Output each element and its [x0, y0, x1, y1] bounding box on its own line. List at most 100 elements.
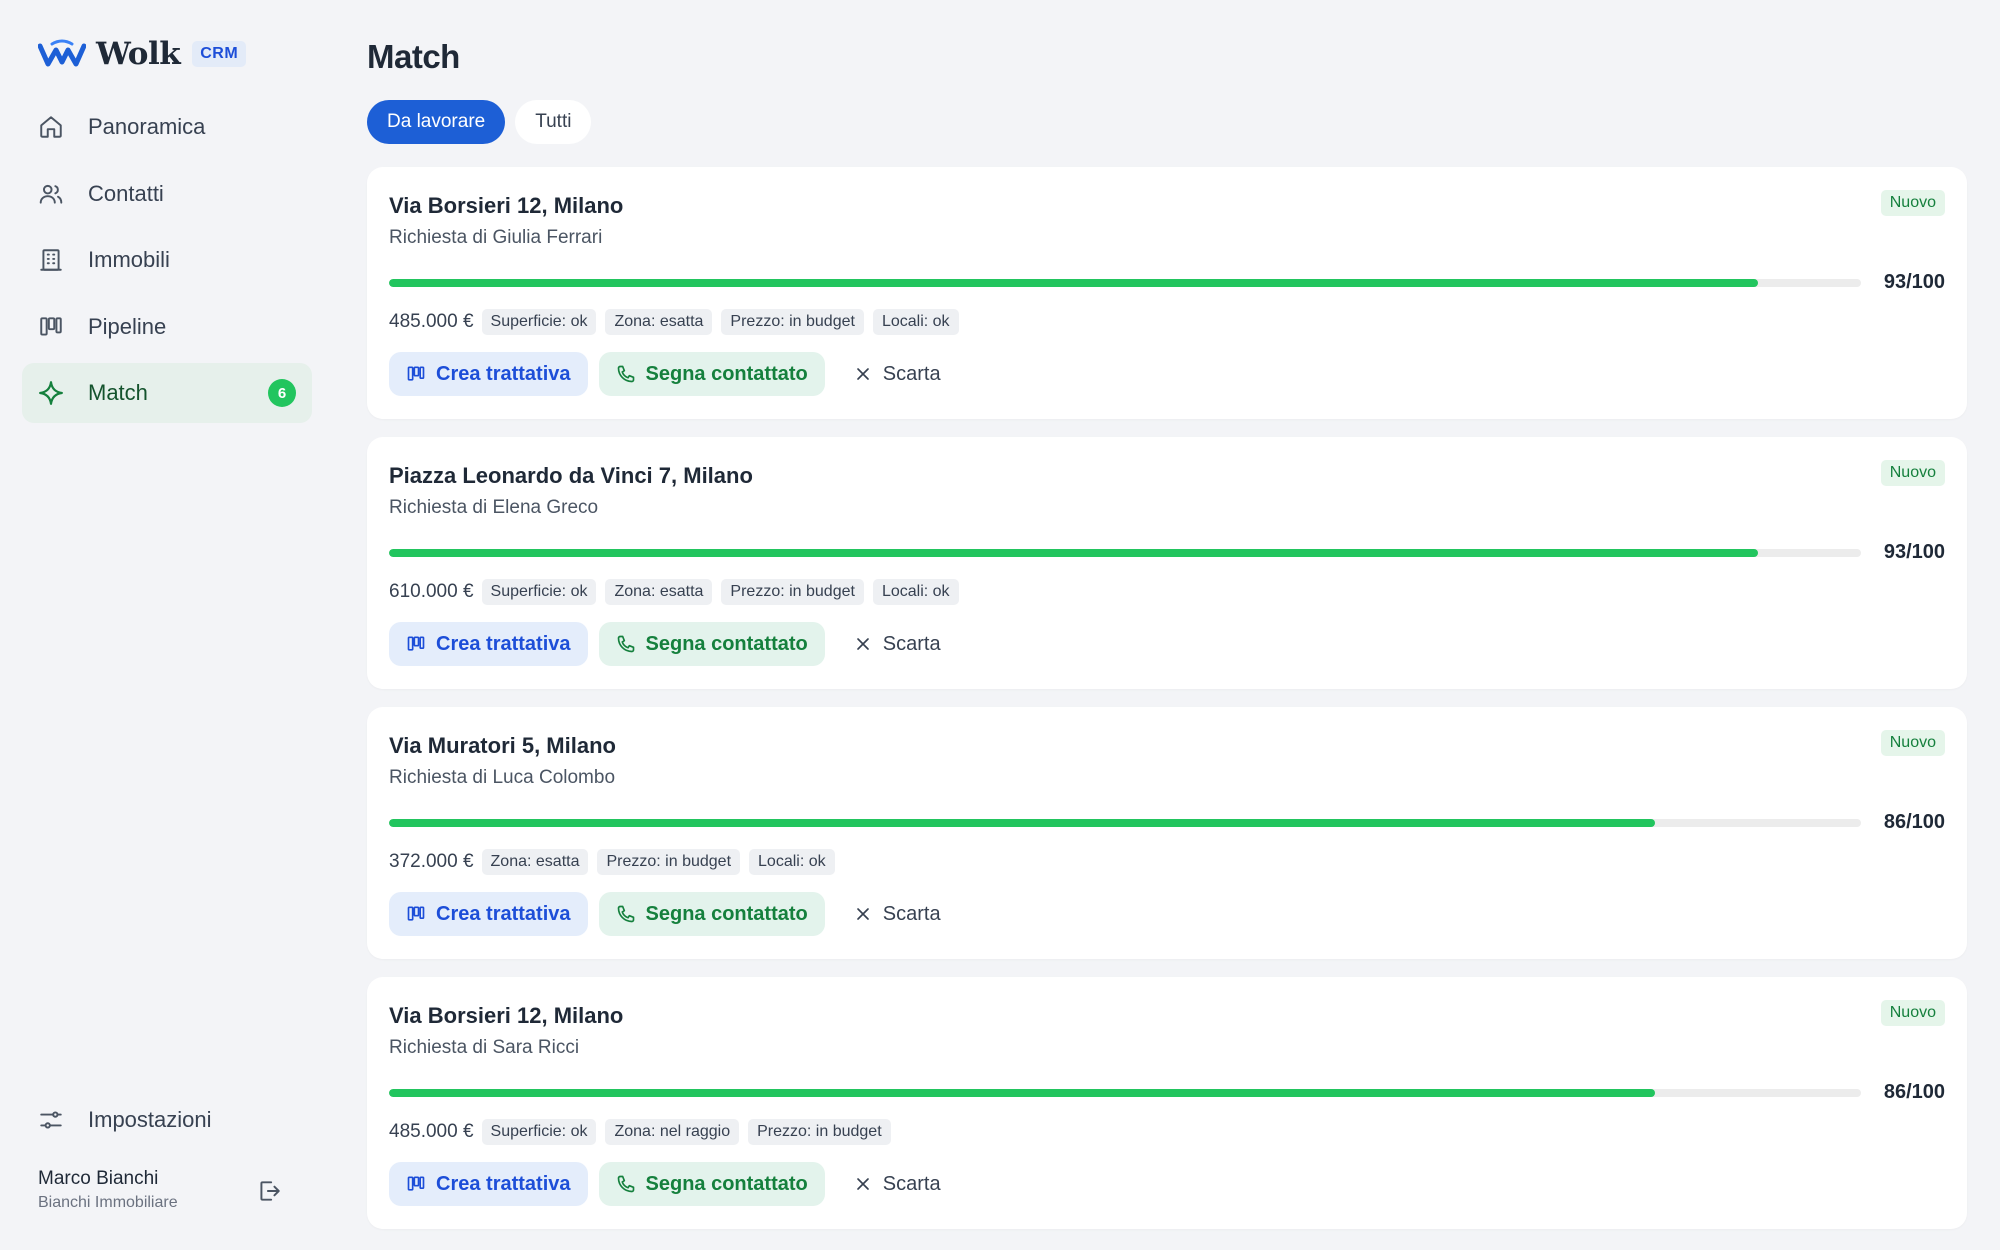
criteria-chip: Zona: nel raggio — [605, 1119, 740, 1145]
sidebar-item-label: Panoramica — [88, 114, 206, 139]
phone-icon — [616, 364, 636, 384]
sidebar: Wolk CRM Panoramica Contatti Immobili Pi… — [0, 0, 330, 1250]
score-bar — [389, 819, 1861, 827]
discard-button[interactable]: Scarta — [836, 1162, 958, 1206]
mark-contacted-button[interactable]: Segna contattato — [598, 1162, 825, 1206]
sidebar-item-pipeline[interactable]: Pipeline — [22, 297, 312, 357]
match-actions: Crea trattativa Segna contattato Scarta — [389, 352, 969, 396]
discard-label: Scarta — [882, 362, 941, 385]
property-price: 485.000 € — [389, 1121, 474, 1142]
score-value: 86/100 — [1883, 811, 1945, 833]
criteria-chip: Prezzo: in budget — [721, 579, 864, 605]
pipeline-icon — [38, 314, 64, 340]
users-icon — [38, 181, 64, 207]
criteria-chip: Superficie: ok — [481, 579, 597, 605]
match-card: Via Muratori 5, Milano Richiesta di Luca… — [367, 707, 1967, 959]
score-value: 86/100 — [1883, 1081, 1945, 1103]
phone-icon — [616, 1174, 636, 1194]
request-owner: Richiesta di Sara Ricci — [389, 1037, 580, 1058]
score-bar — [389, 549, 1861, 557]
property-address: Via Muratori 5, Milano — [389, 733, 616, 758]
request-owner: Richiesta di Giulia Ferrari — [389, 227, 603, 248]
brand[interactable]: Wolk CRM — [37, 34, 247, 74]
sidebar-item-contatti[interactable]: Contatti — [22, 164, 312, 224]
status-badge: Nuovo — [1880, 190, 1945, 216]
pipeline-icon — [406, 1174, 426, 1194]
score-bar-fill — [389, 1089, 1655, 1097]
match-meta: 485.000 € Superficie: ok Zona: esatta Prez… — [389, 309, 968, 335]
pipeline-icon — [406, 904, 426, 924]
user-name: Marco Bianchi — [38, 1168, 159, 1189]
mark-contacted-button[interactable]: Segna contattato — [598, 352, 825, 396]
property-address: Via Borsieri 12, Milano — [389, 193, 624, 218]
status-badge: Nuovo — [1880, 1000, 1945, 1026]
tab-da-lavorare[interactable]: Da lavorare — [367, 100, 506, 144]
score-bar — [389, 279, 1861, 287]
create-deal-button[interactable]: Crea trattativa — [389, 352, 588, 396]
sidebar-item-match[interactable]: Match 6 — [22, 363, 312, 423]
building-icon — [38, 247, 64, 273]
close-icon — [853, 634, 873, 654]
logout-icon[interactable] — [256, 1178, 282, 1204]
phone-icon — [616, 904, 636, 924]
match-card: Via Borsieri 12, Milano Richiesta di Sar… — [367, 977, 1967, 1229]
page-title: Match — [367, 38, 460, 75]
sliders-icon — [38, 1107, 64, 1133]
mark-contacted-button[interactable]: Segna contattato — [598, 892, 825, 936]
close-icon — [853, 904, 873, 924]
sidebar-item-label: Match — [88, 380, 148, 405]
discard-button[interactable]: Scarta — [836, 622, 958, 666]
tab-tutti[interactable]: Tutti — [515, 100, 592, 144]
brand-name: Wolk — [96, 36, 181, 72]
create-deal-label: Crea trattativa — [436, 362, 571, 385]
create-deal-label: Crea trattativa — [436, 632, 571, 655]
criteria-chip: Superficie: ok — [481, 309, 597, 335]
mark-contacted-label: Segna contattato — [645, 362, 808, 385]
pipeline-icon — [406, 364, 426, 384]
status-badge: Nuovo — [1880, 460, 1945, 486]
mark-contacted-label: Segna contattato — [645, 902, 808, 925]
criteria-chip: Zona: esatta — [605, 309, 713, 335]
match-meta: 485.000 € Superficie: ok Zona: nel raggio… — [389, 1119, 900, 1145]
match-meta: 372.000 € Zona: esatta Prezzo: in budget L… — [389, 849, 844, 875]
score-bar-fill — [389, 279, 1758, 287]
discard-label: Scarta — [882, 1172, 941, 1195]
criteria-chip: Locali: ok — [872, 309, 959, 335]
mark-contacted-button[interactable]: Segna contattato — [598, 622, 825, 666]
wolk-logo-icon — [37, 38, 87, 70]
close-icon — [853, 364, 873, 384]
match-card: Piazza Leonardo da Vinci 7, Milano Richi… — [367, 437, 1967, 689]
create-deal-button[interactable]: Crea trattativa — [389, 892, 588, 936]
sidebar-item-label: Pipeline — [88, 313, 167, 339]
create-deal-label: Crea trattativa — [436, 1172, 571, 1195]
home-icon — [38, 114, 64, 140]
brand-tag: CRM — [192, 41, 247, 67]
criteria-chip: Zona: esatta — [605, 579, 713, 605]
sidebar-item-impostazioni[interactable]: Impostazioni — [22, 1090, 312, 1150]
score-bar-fill — [389, 549, 1758, 557]
sparkle-icon — [38, 380, 64, 406]
criteria-chip: Zona: esatta — [481, 849, 589, 875]
create-deal-button[interactable]: Crea trattativa — [389, 1162, 588, 1206]
sidebar-item-immobili[interactable]: Immobili — [22, 230, 312, 290]
match-meta: 610.000 € Superficie: ok Zona: esatta Prez… — [389, 579, 968, 605]
sidebar-item-label: Immobili — [88, 247, 170, 272]
property-price: 610.000 € — [389, 581, 474, 602]
sidebar-item-panoramica[interactable]: Panoramica — [22, 97, 312, 157]
match-list: Via Borsieri 12, Milano Richiesta di Giu… — [367, 167, 1967, 1247]
bottom-nav: Impostazioni — [22, 1090, 312, 1157]
sidebar-item-label: Impostazioni — [88, 1107, 212, 1132]
main-nav: Panoramica Contatti Immobili Pipeline Ma… — [22, 97, 312, 430]
filter-tabs: Da lavorare Tutti — [367, 100, 601, 144]
close-icon — [853, 1174, 873, 1194]
discard-label: Scarta — [882, 902, 941, 925]
status-badge: Nuovo — [1880, 730, 1945, 756]
request-owner: Richiesta di Luca Colombo — [389, 767, 616, 788]
criteria-chip: Prezzo: in budget — [721, 309, 864, 335]
score-value: 93/100 — [1883, 541, 1945, 563]
discard-button[interactable]: Scarta — [836, 892, 958, 936]
score-bar-fill — [389, 819, 1655, 827]
discard-button[interactable]: Scarta — [836, 352, 958, 396]
create-deal-button[interactable]: Crea trattativa — [389, 622, 588, 666]
create-deal-label: Crea trattativa — [436, 902, 571, 925]
